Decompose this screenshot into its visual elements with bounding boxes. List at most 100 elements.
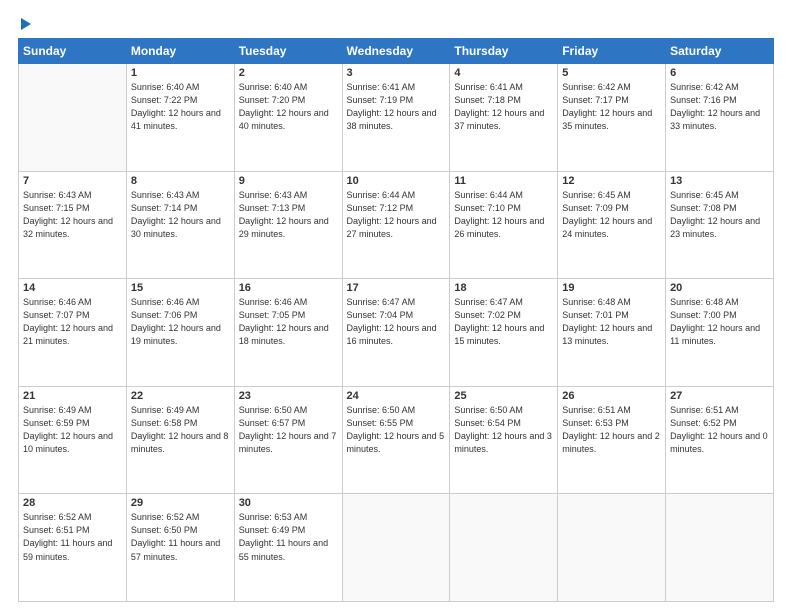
day-info: Sunrise: 6:52 AMSunset: 6:50 PMDaylight:… bbox=[131, 511, 230, 563]
calendar-cell: 23 Sunrise: 6:50 AMSunset: 6:57 PMDayligh… bbox=[234, 386, 342, 494]
calendar-cell bbox=[450, 494, 558, 602]
header bbox=[18, 18, 774, 30]
day-number: 22 bbox=[131, 390, 230, 402]
calendar-header-tuesday: Tuesday bbox=[234, 39, 342, 64]
day-info: Sunrise: 6:50 AMSunset: 6:54 PMDaylight:… bbox=[454, 404, 553, 456]
day-info: Sunrise: 6:41 AMSunset: 7:18 PMDaylight:… bbox=[454, 81, 553, 133]
calendar-cell: 18 Sunrise: 6:47 AMSunset: 7:02 PMDayligh… bbox=[450, 279, 558, 387]
logo bbox=[18, 18, 31, 30]
calendar-cell: 5Sunrise: 6:42 AMSunset: 7:17 PMDaylight… bbox=[558, 64, 666, 172]
day-info: Sunrise: 6:40 AMSunset: 7:20 PMDaylight:… bbox=[239, 81, 338, 133]
day-info: Sunrise: 6:43 AMSunset: 7:13 PMDaylight:… bbox=[239, 189, 338, 241]
day-number: 12 bbox=[562, 175, 661, 187]
calendar-cell bbox=[558, 494, 666, 602]
day-number: 10 bbox=[347, 175, 446, 187]
calendar-cell: 3 Sunrise: 6:41 AMSunset: 7:19 PMDaylight… bbox=[342, 64, 450, 172]
day-number: 20 bbox=[670, 282, 769, 294]
day-info: Sunrise: 6:49 AMSunset: 6:58 PMDaylight:… bbox=[131, 404, 230, 456]
day-info: Sunrise: 6:47 AMSunset: 7:02 PMDaylight:… bbox=[454, 296, 553, 348]
day-info: Sunrise: 6:40 AMSunset: 7:22 PMDaylight:… bbox=[131, 81, 230, 133]
day-info: Sunrise: 6:42 AMSunset: 7:16 PMDaylight:… bbox=[670, 81, 769, 133]
logo-triangle-icon bbox=[21, 18, 31, 30]
calendar-header-saturday: Saturday bbox=[666, 39, 774, 64]
page: SundayMondayTuesdayWednesdayThursdayFrid… bbox=[0, 0, 792, 612]
day-number: 4 bbox=[454, 67, 553, 79]
logo-line1 bbox=[18, 18, 31, 30]
day-info: Sunrise: 6:53 AMSunset: 6:49 PMDaylight:… bbox=[239, 511, 338, 563]
calendar-cell: 22 Sunrise: 6:49 AMSunset: 6:58 PMDayligh… bbox=[126, 386, 234, 494]
calendar-cell: 29Sunrise: 6:52 AMSunset: 6:50 PMDayligh… bbox=[126, 494, 234, 602]
day-number: 23 bbox=[239, 390, 338, 402]
calendar-cell: 16 Sunrise: 6:46 AMSunset: 7:05 PMDayligh… bbox=[234, 279, 342, 387]
day-info: Sunrise: 6:50 AMSunset: 6:55 PMDaylight:… bbox=[347, 404, 446, 456]
day-info: Sunrise: 6:41 AMSunset: 7:19 PMDaylight:… bbox=[347, 81, 446, 133]
calendar-cell: 20Sunrise: 6:48 AMSunset: 7:00 PMDayligh… bbox=[666, 279, 774, 387]
day-number: 27 bbox=[670, 390, 769, 402]
calendar-cell: 24 Sunrise: 6:50 AMSunset: 6:55 PMDayligh… bbox=[342, 386, 450, 494]
calendar-cell bbox=[666, 494, 774, 602]
day-number: 6 bbox=[670, 67, 769, 79]
day-number: 1 bbox=[131, 67, 230, 79]
calendar-cell: 10Sunrise: 6:44 AMSunset: 7:12 PMDayligh… bbox=[342, 171, 450, 279]
day-number: 9 bbox=[239, 175, 338, 187]
day-number: 16 bbox=[239, 282, 338, 294]
calendar-cell bbox=[342, 494, 450, 602]
day-number: 13 bbox=[670, 175, 769, 187]
calendar-header-row: SundayMondayTuesdayWednesdayThursdayFrid… bbox=[19, 39, 774, 64]
day-info: Sunrise: 6:51 AMSunset: 6:53 PMDaylight:… bbox=[562, 404, 661, 456]
day-number: 7 bbox=[23, 175, 122, 187]
calendar-week-0: 1 Sunrise: 6:40 AMSunset: 7:22 PMDaylight… bbox=[19, 64, 774, 172]
day-info: Sunrise: 6:52 AMSunset: 6:51 PMDaylight:… bbox=[23, 511, 122, 563]
day-number: 30 bbox=[239, 497, 338, 509]
day-info: Sunrise: 6:46 AMSunset: 7:06 PMDaylight:… bbox=[131, 296, 230, 348]
calendar-cell: 25 Sunrise: 6:50 AMSunset: 6:54 PMDayligh… bbox=[450, 386, 558, 494]
calendar-week-1: 7 Sunrise: 6:43 AMSunset: 7:15 PMDaylight… bbox=[19, 171, 774, 279]
calendar-cell: 15Sunrise: 6:46 AMSunset: 7:06 PMDayligh… bbox=[126, 279, 234, 387]
calendar-cell: 8 Sunrise: 6:43 AMSunset: 7:14 PMDaylight… bbox=[126, 171, 234, 279]
day-number: 11 bbox=[454, 175, 553, 187]
calendar-header-sunday: Sunday bbox=[19, 39, 127, 64]
calendar-week-3: 21 Sunrise: 6:49 AMSunset: 6:59 PMDayligh… bbox=[19, 386, 774, 494]
day-info: Sunrise: 6:47 AMSunset: 7:04 PMDaylight:… bbox=[347, 296, 446, 348]
day-number: 26 bbox=[562, 390, 661, 402]
day-number: 8 bbox=[131, 175, 230, 187]
calendar-cell: 4 Sunrise: 6:41 AMSunset: 7:18 PMDaylight… bbox=[450, 64, 558, 172]
day-info: Sunrise: 6:42 AMSunset: 7:17 PMDaylight:… bbox=[562, 81, 661, 133]
calendar-cell bbox=[19, 64, 127, 172]
calendar-cell: 6 Sunrise: 6:42 AMSunset: 7:16 PMDaylight… bbox=[666, 64, 774, 172]
day-number: 28 bbox=[23, 497, 122, 509]
day-number: 21 bbox=[23, 390, 122, 402]
calendar-week-4: 28 Sunrise: 6:52 AMSunset: 6:51 PMDayligh… bbox=[19, 494, 774, 602]
day-info: Sunrise: 6:45 AMSunset: 7:08 PMDaylight:… bbox=[670, 189, 769, 241]
day-info: Sunrise: 6:45 AMSunset: 7:09 PMDaylight:… bbox=[562, 189, 661, 241]
day-info: Sunrise: 6:44 AMSunset: 7:10 PMDaylight:… bbox=[454, 189, 553, 241]
day-number: 18 bbox=[454, 282, 553, 294]
calendar-cell: 1 Sunrise: 6:40 AMSunset: 7:22 PMDaylight… bbox=[126, 64, 234, 172]
calendar-cell: 17 Sunrise: 6:47 AMSunset: 7:04 PMDayligh… bbox=[342, 279, 450, 387]
calendar-cell: 9 Sunrise: 6:43 AMSunset: 7:13 PMDaylight… bbox=[234, 171, 342, 279]
calendar-cell: 27Sunrise: 6:51 AMSunset: 6:52 PMDayligh… bbox=[666, 386, 774, 494]
day-number: 24 bbox=[347, 390, 446, 402]
calendar-header-thursday: Thursday bbox=[450, 39, 558, 64]
day-number: 3 bbox=[347, 67, 446, 79]
calendar-cell: 30 Sunrise: 6:53 AMSunset: 6:49 PMDayligh… bbox=[234, 494, 342, 602]
day-info: Sunrise: 6:48 AMSunset: 7:01 PMDaylight:… bbox=[562, 296, 661, 348]
day-info: Sunrise: 6:43 AMSunset: 7:14 PMDaylight:… bbox=[131, 189, 230, 241]
calendar-cell: 2 Sunrise: 6:40 AMSunset: 7:20 PMDaylight… bbox=[234, 64, 342, 172]
calendar-cell: 13 Sunrise: 6:45 AMSunset: 7:08 PMDayligh… bbox=[666, 171, 774, 279]
day-number: 25 bbox=[454, 390, 553, 402]
calendar-cell: 28 Sunrise: 6:52 AMSunset: 6:51 PMDayligh… bbox=[19, 494, 127, 602]
calendar-cell: 14Sunrise: 6:46 AMSunset: 7:07 PMDayligh… bbox=[19, 279, 127, 387]
calendar: SundayMondayTuesdayWednesdayThursdayFrid… bbox=[18, 38, 774, 602]
calendar-cell: 21 Sunrise: 6:49 AMSunset: 6:59 PMDayligh… bbox=[19, 386, 127, 494]
day-number: 14 bbox=[23, 282, 122, 294]
day-info: Sunrise: 6:49 AMSunset: 6:59 PMDaylight:… bbox=[23, 404, 122, 456]
calendar-header-wednesday: Wednesday bbox=[342, 39, 450, 64]
calendar-header-monday: Monday bbox=[126, 39, 234, 64]
day-info: Sunrise: 6:43 AMSunset: 7:15 PMDaylight:… bbox=[23, 189, 122, 241]
calendar-cell: 12 Sunrise: 6:45 AMSunset: 7:09 PMDayligh… bbox=[558, 171, 666, 279]
day-info: Sunrise: 6:50 AMSunset: 6:57 PMDaylight:… bbox=[239, 404, 338, 456]
day-number: 2 bbox=[239, 67, 338, 79]
day-number: 17 bbox=[347, 282, 446, 294]
day-info: Sunrise: 6:46 AMSunset: 7:05 PMDaylight:… bbox=[239, 296, 338, 348]
